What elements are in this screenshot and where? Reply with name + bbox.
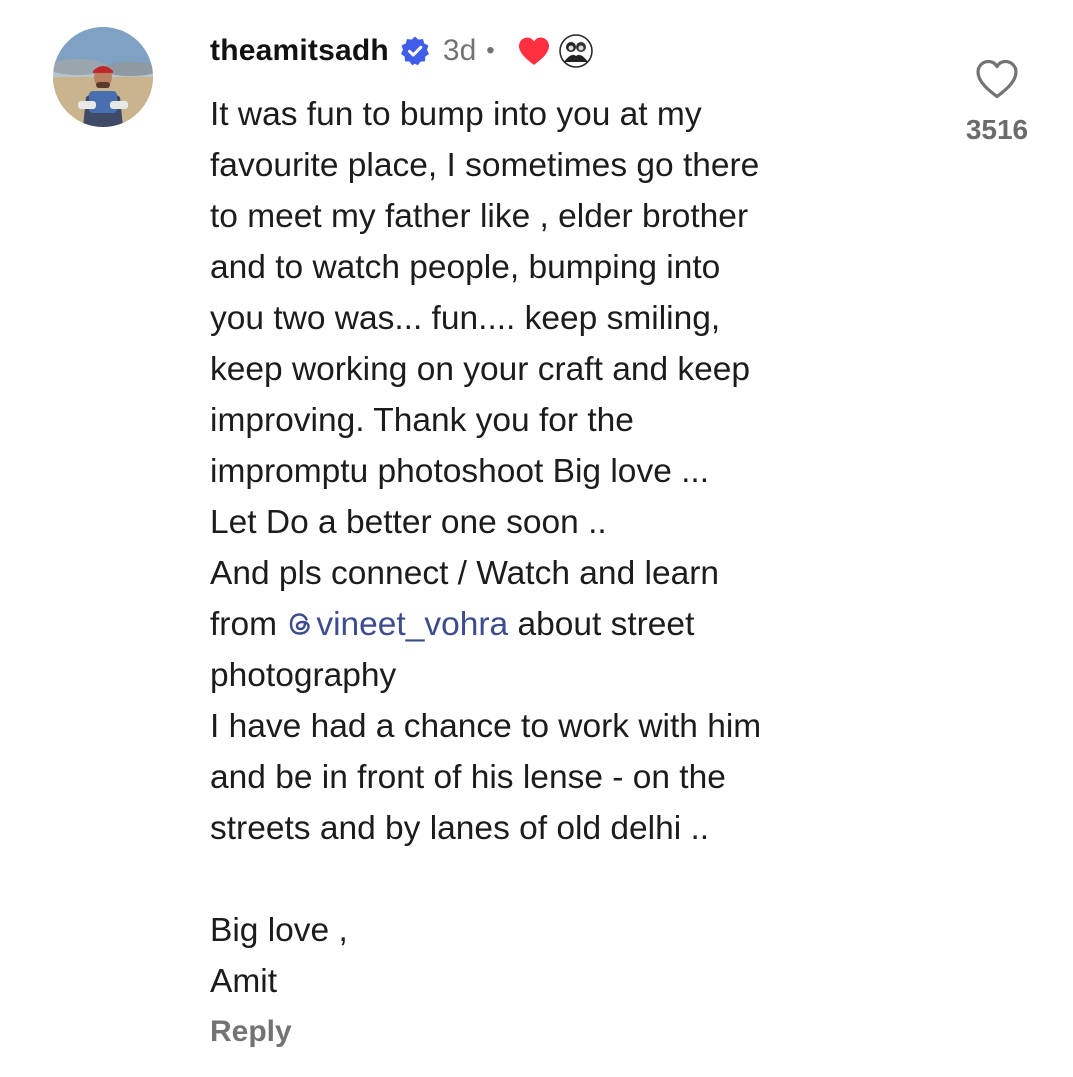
comment-text: It was fun to bump into you at my favour… [210, 89, 910, 1007]
like-count: 3516 [965, 114, 1029, 145]
verified-badge-icon [399, 35, 431, 67]
comment-timestamp: 3d [442, 34, 477, 67]
mention-handle: vineet_vohra [316, 606, 509, 643]
mention-link[interactable]: vineet_vohra [286, 606, 508, 643]
like-column: 3516 [955, 58, 1039, 146]
avatar-photo [53, 27, 153, 127]
comment-text-part2: about street photography I have had a ch… [210, 606, 762, 1000]
separator-dot: • [486, 37, 495, 64]
heart-outline-icon[interactable] [974, 58, 1020, 100]
comment-header: theamitsadh 3d • [210, 28, 593, 74]
liker-avatar-icon[interactable] [558, 34, 593, 68]
avatar[interactable] [53, 27, 153, 127]
heart-filled-icon [517, 36, 551, 66]
threads-icon [290, 613, 311, 635]
comment-text-part1: It was fun to bump into you at my favour… [210, 96, 760, 643]
reply-button[interactable]: Reply [210, 1015, 292, 1049]
username[interactable]: theamitsadh [210, 34, 389, 68]
